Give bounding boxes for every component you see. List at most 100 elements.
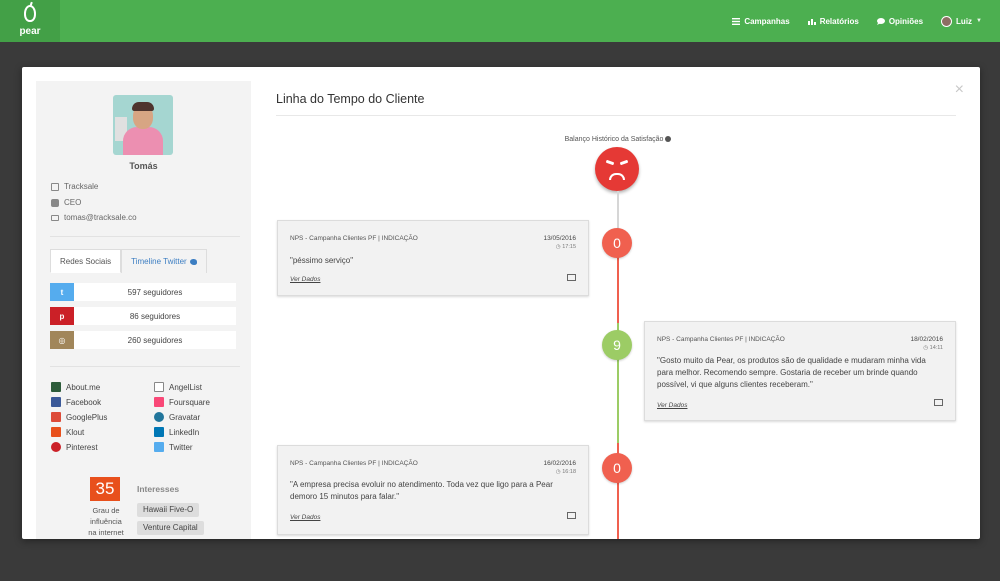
entry-date: 16/02/2016 ◷ 16:18 [543,460,576,475]
main-nav: Campanhas Relatórios Opiniões Luiz ▼ [732,0,982,42]
link-klout[interactable]: Klout [51,426,154,438]
nav-campanhas[interactable]: Campanhas [732,16,790,26]
link-aboutme[interactable]: About.me [51,381,154,393]
foursquare-icon [154,397,164,407]
balance-label: Balanço Histórico da Satisfação [518,136,718,143]
user-menu[interactable]: Luiz ▼ [941,15,982,27]
entry-date: 18/02/2016 ◷ 14:11 [910,336,943,351]
link-angellist[interactable]: AngelList [154,381,241,393]
top-navbar: pear Campanhas Relatórios Opiniões Luiz … [0,0,1000,42]
ver-dados-link[interactable]: Ver Dados [657,402,687,409]
entry-time: ◷ 14:11 [923,345,943,351]
social-links: About.me AngelList Facebook Foursquare G… [51,381,241,453]
entry-time: ◷ 17:15 [555,244,576,250]
googleplus-icon [51,412,61,422]
role-name: CEO [64,198,82,207]
link-facebook[interactable]: Facebook [51,396,154,408]
twitter-bird-icon [189,258,197,265]
nav-opinioes-label: Opiniões [888,16,924,26]
link-foursquare[interactable]: Foursquare [154,396,241,408]
profile-name: Tomás [129,161,158,171]
klout-icon [51,427,61,437]
linkedin-icon [154,427,164,437]
role-info: CEO [51,198,81,207]
info-icon[interactable] [665,136,672,143]
instagram-followers-row[interactable]: ◎ 260 seguidores [50,331,236,349]
tab-timeline-twitter[interactable]: Timeline Twitter [121,249,207,273]
interest-tag[interactable]: Venture Capital [137,521,204,535]
twitter-icon: t [50,283,74,301]
timeline-card: NPS - Campanha Clientes PF | INDICAÇÃO 1… [277,220,589,296]
instagram-followers-count: 260 seguidores [127,335,183,345]
list-icon [732,17,741,25]
angellist-icon [154,382,164,392]
pear-logo[interactable]: pear [0,0,60,42]
entry-date: 13/05/2016 ◷ 17:15 [543,235,576,250]
ver-dados-link[interactable]: Ver Dados [290,276,320,283]
link-googleplus[interactable]: GooglePlus [51,411,154,423]
envelope-icon [51,214,59,221]
briefcase-icon [51,198,59,207]
customer-timeline-modal: × Tomás Tracksale CEO tomas@tracksale.co… [22,67,980,539]
campaign-name: NPS - Campanha Clientes PF | INDICAÇÃO [657,336,785,343]
twitter-followers-row[interactable]: t 597 seguidores [50,283,236,301]
user-avatar [941,15,953,27]
campaign-name: NPS - Campanha Clientes PF | INDICAÇÃO [290,235,418,242]
profile-panel: Tomás Tracksale CEO tomas@tracksale.co R… [36,81,251,539]
bar-chart-icon [807,18,816,25]
instagram-icon: ◎ [50,331,74,349]
interests-title: Interesses [137,484,180,494]
tab-redes-sociais[interactable]: Redes Sociais [50,249,122,273]
email-address[interactable]: tomas@tracksale.co [64,213,137,222]
link-gravatar[interactable]: Gravatar [154,411,241,423]
klout-score: 35 [90,477,120,501]
entry-time: ◷ 16:18 [555,469,576,475]
logo-text: pear [19,26,41,37]
profile-photo [113,95,173,155]
company-name: Tracksale [64,182,99,191]
facebook-icon [51,397,61,407]
ver-dados-link[interactable]: Ver Dados [290,514,320,521]
comment-icon [876,17,885,25]
klout-label: Grau de influência na internet [88,506,124,537]
score-badge: 0 [602,453,632,483]
link-linkedin[interactable]: LinkedIn [154,426,241,438]
divider [50,236,240,237]
twitter-followers-count: 597 seguidores [127,287,183,297]
link-twitter[interactable]: Twitter [154,441,241,453]
nav-campanhas-label: Campanhas [744,16,790,26]
score-badge: 0 [602,228,632,258]
campaign-name: NPS - Campanha Clientes PF | INDICAÇÃO [290,460,418,467]
feedback-quote: "A empresa precisa evoluir no atendiment… [290,480,553,501]
envelope-icon[interactable] [567,274,576,281]
link-pinterest[interactable]: Pinterest [51,441,154,453]
feedback-quote: "Gosto muito da Pear, os produtos são de… [657,356,926,389]
gravatar-icon [154,412,164,422]
twitter-link-icon [154,442,164,452]
email-info: tomas@tracksale.co [51,213,137,222]
pear-icon [24,5,36,22]
pinterest-followers-row[interactable]: p 86 seguidores [50,307,236,325]
company-info: Tracksale [51,182,98,191]
divider [50,366,240,367]
close-icon[interactable]: × [955,81,964,99]
social-tabs: Redes Sociais Timeline Twitter [50,249,207,273]
score-badge: 9 [602,330,632,360]
building-icon [51,182,59,191]
pinterest-link-icon [51,442,61,452]
sad-face-icon [595,147,639,191]
timeline-card: NPS - Campanha Clientes PF | INDICAÇÃO 1… [277,445,589,535]
envelope-icon[interactable] [567,512,576,519]
pinterest-icon: p [50,307,74,325]
chevron-down-icon: ▼ [976,18,982,24]
envelope-icon[interactable] [934,399,943,406]
timeline-card: NPS - Campanha Clientes PF | INDICAÇÃO 1… [644,321,956,421]
nav-relatorios[interactable]: Relatórios [807,16,859,26]
nav-relatorios-label: Relatórios [819,16,859,26]
pinterest-followers-count: 86 seguidores [129,311,181,321]
divider [276,115,956,116]
interest-tag[interactable]: Hawaii Five-O [137,503,200,517]
page-title: Linha do Tempo do Cliente [276,92,425,106]
feedback-quote: "péssimo serviço" [290,256,354,265]
nav-opinioes[interactable]: Opiniões [876,16,924,26]
